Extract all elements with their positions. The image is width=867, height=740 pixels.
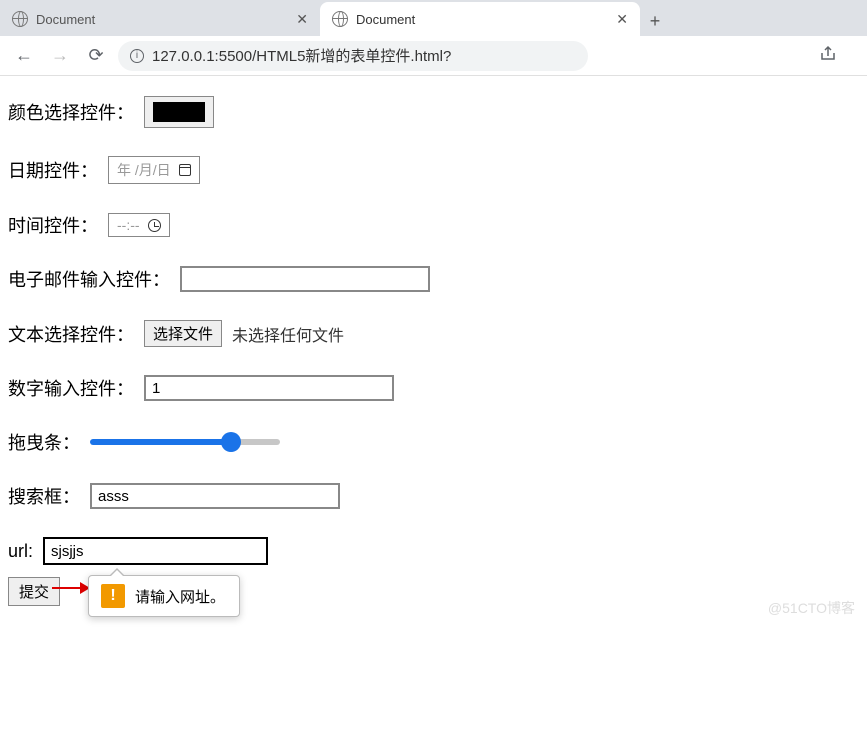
range-input[interactable] [90,439,280,445]
clock-icon[interactable] [148,219,161,232]
globe-icon [332,11,348,27]
close-icon[interactable]: ✕ [296,11,308,28]
annotation-arrow [52,587,88,589]
close-icon[interactable]: ✕ [616,11,628,28]
search-input[interactable] [90,483,340,509]
number-label: 数字输入控件： [8,375,134,401]
email-label: 电子邮件输入控件： [8,266,170,292]
range-thumb[interactable] [221,432,241,452]
watermark: @51CTO博客 [768,598,855,618]
url-input[interactable] [43,537,268,565]
page-content: 颜色选择控件： 日期控件： 年 /月/日 时间控件： --:-- 电子邮件输入控… [0,76,867,626]
tab-title: Document [356,12,415,27]
number-input[interactable] [144,375,394,401]
range-label: 拖曳条： [8,429,80,455]
color-label: 颜色选择控件： [8,99,134,125]
color-swatch [153,102,205,122]
color-input[interactable] [144,96,214,128]
tab-document-1[interactable]: Document ✕ [0,2,320,36]
url-text: 127.0.0.1:5500/HTML5新增的表单控件.html? [152,45,451,66]
reload-button[interactable]: ⟳ [82,42,110,70]
globe-icon [12,11,28,27]
file-label: 文本选择控件： [8,321,134,347]
address-bar[interactable]: i 127.0.0.1:5500/HTML5新增的表单控件.html? [118,41,588,71]
date-input[interactable]: 年 /月/日 [108,156,200,184]
file-status: 未选择任何文件 [232,322,344,346]
info-icon[interactable]: i [130,49,144,63]
time-input[interactable]: --:-- [108,213,170,237]
validation-message: 请输入网址。 [135,586,225,607]
tab-document-2[interactable]: Document ✕ [320,2,640,36]
validation-tooltip: ! 请输入网址。 [88,575,240,617]
tab-strip: Document ✕ Document ✕ + [0,0,867,36]
time-label: 时间控件： [8,212,98,238]
submit-button[interactable]: 提交 [8,577,60,606]
new-tab-button[interactable]: + [640,6,670,36]
back-button[interactable]: ← [10,42,38,70]
share-button[interactable] [819,44,857,67]
tab-title: Document [36,12,95,27]
search-label: 搜索框： [8,483,80,509]
url-label: url: [8,541,33,562]
email-input[interactable] [180,266,430,292]
browser-toolbar: ← → ⟳ i 127.0.0.1:5500/HTML5新增的表单控件.html… [0,36,867,76]
forward-button[interactable]: → [46,42,74,70]
date-placeholder: 年 /月/日 [117,160,171,180]
time-placeholder: --:-- [117,217,140,233]
file-choose-button[interactable]: 选择文件 [144,320,222,347]
calendar-icon[interactable] [179,164,191,176]
warning-icon: ! [101,584,125,608]
date-label: 日期控件： [8,157,98,183]
